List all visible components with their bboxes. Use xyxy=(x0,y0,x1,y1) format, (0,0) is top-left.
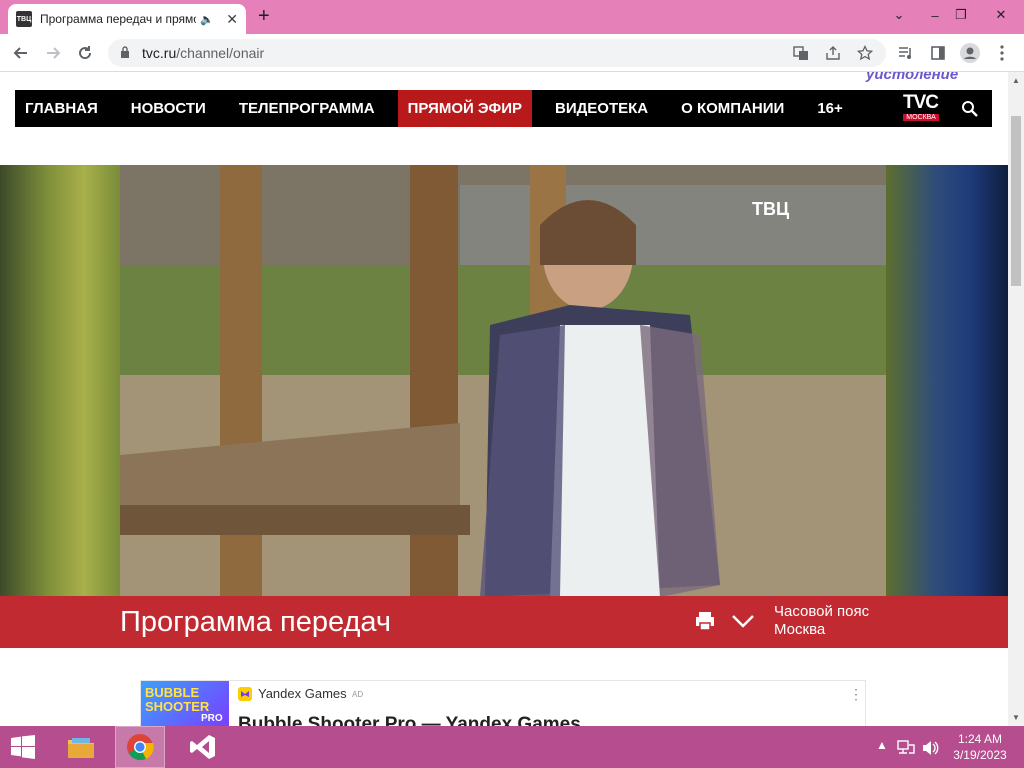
timezone-selector[interactable]: Часовой пояс Москва xyxy=(774,603,869,639)
network-icon[interactable] xyxy=(897,740,915,756)
folder-icon xyxy=(68,738,94,758)
ad-card[interactable]: BUBBLE SHOOTER PRO Yandex Games AD ⋮ Bub… xyxy=(140,680,866,726)
nav-item-live[interactable]: ПРЯМОЙ ЭФИР xyxy=(397,90,532,127)
reload-icon xyxy=(79,46,92,60)
restore-button[interactable]: ❐ xyxy=(944,0,978,30)
tvc-favicon-icon: ТВЦ xyxy=(16,11,32,27)
translate-icon[interactable] xyxy=(792,44,810,62)
ad-source[interactable]: Yandex Games xyxy=(258,686,347,701)
lock-icon[interactable] xyxy=(120,46,130,58)
timezone-value: Москва xyxy=(774,621,826,638)
chrome-icon xyxy=(127,734,154,761)
clock-time: 1:24 AM xyxy=(957,732,1003,746)
reload-button[interactable] xyxy=(72,40,98,66)
url-host: tvc.ru xyxy=(142,45,177,61)
new-tab-button[interactable]: + xyxy=(258,5,270,28)
age-rating-badge: 16+ xyxy=(817,100,843,117)
side-panel-icon[interactable] xyxy=(928,43,948,63)
volume-icon[interactable] xyxy=(921,739,939,757)
nav-item-home[interactable]: ГЛАВНАЯ xyxy=(15,90,108,127)
scroll-up-arrow-icon[interactable]: ▲ xyxy=(1012,76,1020,85)
browser-tab-strip: ТВЦ Программа передач и прямой эфир 🔈 ✕ … xyxy=(0,0,1024,34)
forward-button[interactable] xyxy=(40,40,66,66)
logo-text: TVC xyxy=(903,92,939,113)
nav-item-news[interactable]: НОВОСТИ xyxy=(121,90,216,127)
chrome-taskbar-button[interactable] xyxy=(115,726,165,768)
ad-label: AD xyxy=(352,690,364,699)
ad-headline[interactable]: Bubble Shooter Pro — Yandex Games xyxy=(238,714,581,726)
tray-overflow-icon[interactable]: ▲ xyxy=(876,738,888,752)
tab-title: Программа передач и прямой эфир xyxy=(40,12,196,26)
ad-thumb-line2: SHOOTER xyxy=(145,699,210,714)
close-window-button[interactable]: ✕ xyxy=(984,0,1018,30)
timezone-label: Часовой пояс xyxy=(774,603,870,620)
video-blur-right xyxy=(886,165,1008,597)
channel-watermark: ТВЦ xyxy=(752,199,790,219)
tab-close-icon[interactable]: ✕ xyxy=(226,11,238,28)
scrollbar-thumb[interactable] xyxy=(1011,116,1021,286)
file-explorer-button[interactable] xyxy=(58,726,104,768)
nav-item-about[interactable]: О КОМПАНИИ xyxy=(671,90,794,127)
ad-thumb-line3: PRO xyxy=(201,713,223,724)
ad-thumbnail[interactable]: BUBBLE SHOOTER PRO xyxy=(141,681,229,726)
page-scrollbar[interactable]: ▲ ▼ xyxy=(1008,72,1024,726)
video-player[interactable]: ТВЦ xyxy=(0,165,1008,597)
windows-logo-icon xyxy=(11,735,35,759)
yandex-games-icon xyxy=(238,687,252,701)
site-nav: ГЛАВНАЯ НОВОСТИ ТЕЛЕПРОГРАММА ПРЯМОЙ ЭФИ… xyxy=(15,90,992,127)
chevron-down-icon[interactable] xyxy=(731,614,755,628)
scroll-down-arrow-icon[interactable]: ▼ xyxy=(1012,713,1020,722)
tab-search-icon[interactable]: ⌄ xyxy=(882,0,916,30)
nav-item-tv-program[interactable]: ТЕЛЕПРОГРАММА xyxy=(229,90,385,127)
url-text[interactable]: tvc.ru/channel/onair xyxy=(142,45,264,61)
browser-tab[interactable]: ТВЦ Программа передач и прямой эфир 🔈 ✕ xyxy=(8,4,246,34)
page-content: уистоление ГЛАВНАЯ НОВОСТИ ТЕЛЕПРОГРАММА… xyxy=(0,72,1008,726)
nav-item-video-library[interactable]: ВИДЕОТЕКА xyxy=(545,90,658,127)
ad-thumb-line1: BUBBLE xyxy=(145,685,200,700)
speaker-icon[interactable]: 🔈 xyxy=(200,13,214,26)
start-button[interactable] xyxy=(0,726,46,768)
bookmark-star-icon[interactable] xyxy=(856,44,874,62)
browser-toolbar: tvc.ru/channel/onair xyxy=(0,34,1024,72)
back-arrow-icon xyxy=(13,47,27,59)
url-path: /channel/onair xyxy=(176,45,265,61)
video-blur-left xyxy=(0,165,120,597)
video-scene-image xyxy=(120,165,886,597)
tvc-logo[interactable]: TVC МОСКВА xyxy=(903,92,943,126)
taskbar: ▲ 1:24 AM 3/19/2023 xyxy=(0,726,1024,768)
forward-arrow-icon xyxy=(47,47,61,59)
clock-date: 3/19/2023 xyxy=(953,748,1007,762)
profile-avatar-icon[interactable] xyxy=(960,43,980,63)
address-bar[interactable]: tvc.ru/channel/onair xyxy=(108,39,886,67)
system-clock[interactable]: 1:24 AM 3/19/2023 xyxy=(950,731,1010,763)
browser-menu-icon[interactable] xyxy=(992,43,1012,63)
schedule-title: Программа передач xyxy=(120,606,391,638)
visual-studio-button[interactable] xyxy=(180,726,226,768)
decor-banner: уистоление xyxy=(866,72,959,83)
video-frame[interactable] xyxy=(120,165,886,597)
media-control-icon[interactable] xyxy=(896,43,916,63)
visual-studio-icon xyxy=(190,735,215,759)
schedule-header: Программа передач Часовой пояс Москва xyxy=(0,596,1008,648)
back-button[interactable] xyxy=(8,40,34,66)
print-icon[interactable] xyxy=(694,610,716,632)
ad-menu-icon[interactable]: ⋮ xyxy=(849,686,863,703)
search-icon[interactable] xyxy=(961,100,979,118)
share-icon[interactable] xyxy=(824,44,842,62)
logo-city: МОСКВА xyxy=(903,114,939,121)
